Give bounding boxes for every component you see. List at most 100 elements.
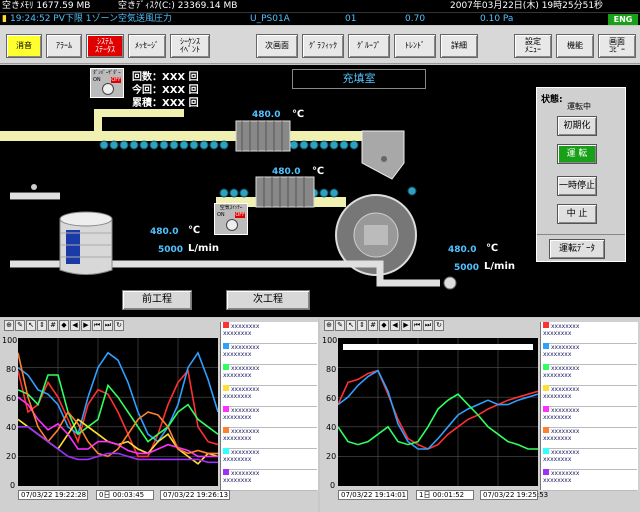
run-button[interactable]: 運 転 xyxy=(557,144,597,164)
status-title: 状態: xyxy=(541,95,563,105)
tank xyxy=(59,211,113,275)
legend-name: xxxxxxxx xyxy=(551,428,580,435)
scale-icon[interactable]: ⇕ xyxy=(357,320,367,331)
legend-item[interactable]: xxxxxxxx xxxxxxxx xyxy=(543,469,637,491)
damper-switch[interactable]: ﾀﾞﾝﾊﾟｰｻﾞﾀﾞｰ ON OFF xyxy=(90,68,124,98)
detail-button[interactable]: 詳細 xyxy=(440,34,478,58)
legend-swatch xyxy=(223,448,229,454)
legend-detail: xxxxxxxx xyxy=(543,372,572,379)
legend-item[interactable]: xxxxxxxx xxxxxxxx xyxy=(543,448,637,470)
prev-icon[interactable]: ◀ xyxy=(70,320,80,331)
first-icon[interactable]: ⏮ xyxy=(412,320,422,331)
group-button[interactable]: ｸﾞﾙｰﾌﾟ xyxy=(348,34,390,58)
trend-legend-left: xxxxxxxx xxxxxxxx xxxxxxxx xxxxxxxx xxxxxxxx… xyxy=(220,322,318,491)
legend-item[interactable]: xxxxxxxx xxxxxxxx xyxy=(223,343,317,365)
screen-copy-button[interactable]: 画面 ｺﾋﾟｰ xyxy=(598,34,636,58)
refresh-icon[interactable]: ↻ xyxy=(114,320,124,331)
trend-toolbar-left: ⊕ ✎ ↖ ⇕ # ◆ ◀ ▶ ⏮ ⏭ ↻ xyxy=(0,320,124,334)
next-step-button[interactable]: 次工程 xyxy=(226,290,310,310)
first-icon[interactable]: ⏮ xyxy=(92,320,102,331)
legend-item[interactable]: xxxxxxxx xxxxxxxx xyxy=(223,469,317,491)
trend-chart-right xyxy=(337,338,539,486)
trend-start-time-right: 07/03/22 19:14:01 xyxy=(338,490,408,500)
marker-icon[interactable]: ◆ xyxy=(379,320,389,331)
cursor-icon[interactable]: ↖ xyxy=(26,320,36,331)
legend-swatch xyxy=(543,427,549,433)
graphic-button[interactable]: ｸﾞﾗﾌｨｯｸ xyxy=(302,34,344,58)
upper-conveyor xyxy=(0,109,380,150)
counter-cumulative: 累積：XXX 回 xyxy=(132,98,199,109)
trend-span-left[interactable]: 0日 00:03:45 xyxy=(96,490,154,500)
cursor-icon[interactable]: ↖ xyxy=(346,320,356,331)
grid-icon[interactable]: # xyxy=(48,320,58,331)
legend-name: xxxxxxxx xyxy=(231,428,260,435)
scale-icon[interactable]: ⇕ xyxy=(37,320,47,331)
alarm-tag: U_PS01A xyxy=(250,14,290,24)
legend-item[interactable]: xxxxxxxx xxxxxxxx xyxy=(223,448,317,470)
next-icon[interactable]: ▶ xyxy=(401,320,411,331)
alarm-bar[interactable]: ▮ 19:24:52 PV下限 1ゾーン空気送風圧力 U_PS01A 01 0.… xyxy=(0,12,640,25)
legend-item[interactable]: xxxxxxxx xxxxxxxx xyxy=(223,427,317,449)
legend-item[interactable]: xxxxxxxx xxxxxxxx xyxy=(543,427,637,449)
legend-item[interactable]: xxxxxxxx xxxxxxxx xyxy=(223,322,317,344)
temp-lower-heater: 480.0 xyxy=(272,167,301,177)
pen-icon[interactable]: ✎ xyxy=(15,320,25,331)
legend-item[interactable]: xxxxxxxx xxxxxxxx xyxy=(223,406,317,428)
valve-outlet-icon[interactable] xyxy=(443,276,457,290)
sequence-event-button[interactable]: ｼｰｹﾝｽ ｲﾍﾞﾝﾄ xyxy=(170,34,210,58)
system-status-button[interactable]: ｼｽﾃﾑ ｽﾃｰﾀｽ xyxy=(86,34,124,58)
trend-plot-left[interactable] xyxy=(17,338,219,486)
next-screen-button[interactable]: 次画面 xyxy=(256,34,298,58)
legend-item[interactable]: xxxxxxxx xxxxxxxx xyxy=(543,343,637,365)
legend-swatch xyxy=(543,322,549,328)
run-data-button[interactable]: 運転ﾃﾞｰﾀ xyxy=(549,239,605,259)
flow-inlet: 5000 xyxy=(158,245,184,255)
damper-knob-icon xyxy=(102,83,114,95)
legend-item[interactable]: xxxxxxxx xxxxxxxx xyxy=(543,364,637,386)
trend-start-time-left: 07/03/22 19:22:28 xyxy=(18,490,88,500)
marker-icon[interactable]: ◆ xyxy=(59,320,69,331)
last-icon[interactable]: ⏭ xyxy=(423,320,433,331)
system-info-bar: 空きﾒﾓﾘ 1677.59 MB 空きﾃﾞｨｽｸ(C:) 23369.14 MB… xyxy=(0,0,640,12)
legend-item[interactable]: xxxxxxxx xxxxxxxx xyxy=(543,406,637,428)
trend-plot-right[interactable] xyxy=(337,338,539,486)
legend-detail: xxxxxxxx xyxy=(223,330,252,337)
zoom-icon[interactable]: ⊕ xyxy=(4,320,14,331)
function-button[interactable]: 機能 xyxy=(556,34,594,58)
legend-detail: xxxxxxxx xyxy=(543,456,572,463)
last-icon[interactable]: ⏭ xyxy=(103,320,113,331)
legend-swatch xyxy=(223,322,229,328)
pen-icon[interactable]: ✎ xyxy=(335,320,345,331)
legend-name: xxxxxxxx xyxy=(231,365,260,372)
legend-item[interactable]: xxxxxxxx xxxxxxxx xyxy=(223,364,317,386)
legend-item[interactable]: xxxxxxxx xxxxxxxx xyxy=(223,385,317,407)
legend-swatch xyxy=(223,469,229,475)
legend-name: xxxxxxxx xyxy=(551,386,580,393)
legend-name: xxxxxxxx xyxy=(231,449,260,456)
trend-span-right[interactable]: 1日 00:01:52 xyxy=(416,490,474,500)
series-line-0 xyxy=(17,368,219,458)
initialize-button[interactable]: 初期化 xyxy=(557,116,597,136)
legend-detail: xxxxxxxx xyxy=(223,393,252,400)
message-button[interactable]: ﾒｯｾｰｼﾞ xyxy=(128,34,166,58)
alarm-button[interactable]: ｱﾗｰﾑ xyxy=(46,34,82,58)
legend-item[interactable]: xxxxxxxx xxxxxxxx xyxy=(543,322,637,344)
trend-button[interactable]: ﾄﾚﾝﾄﾞ xyxy=(394,34,436,58)
legend-name: xxxxxxxx xyxy=(231,323,260,330)
language-button[interactable]: ENG xyxy=(608,14,638,25)
legend-name: xxxxxxxx xyxy=(231,344,260,351)
silence-button[interactable]: 消音 xyxy=(6,34,42,58)
stop-button[interactable]: 中 止 xyxy=(557,204,597,224)
zoom-icon[interactable]: ⊕ xyxy=(324,320,334,331)
settings-menu-button[interactable]: 設定 ﾒﾆｭｰ xyxy=(514,34,552,58)
grid-icon[interactable]: # xyxy=(368,320,378,331)
air-switch[interactable]: 空気ｽｲｯﾁｰ ON OFF xyxy=(214,203,248,235)
prev-icon[interactable]: ◀ xyxy=(390,320,400,331)
legend-item[interactable]: xxxxxxxx xxxxxxxx xyxy=(543,385,637,407)
legend-name: xxxxxxxx xyxy=(551,407,580,414)
next-icon[interactable]: ▶ xyxy=(81,320,91,331)
previous-step-button[interactable]: 前工程 xyxy=(122,290,192,310)
legend-detail: xxxxxxxx xyxy=(223,435,252,442)
refresh-icon[interactable]: ↻ xyxy=(434,320,444,331)
pause-button[interactable]: 一時停止 xyxy=(557,176,597,196)
